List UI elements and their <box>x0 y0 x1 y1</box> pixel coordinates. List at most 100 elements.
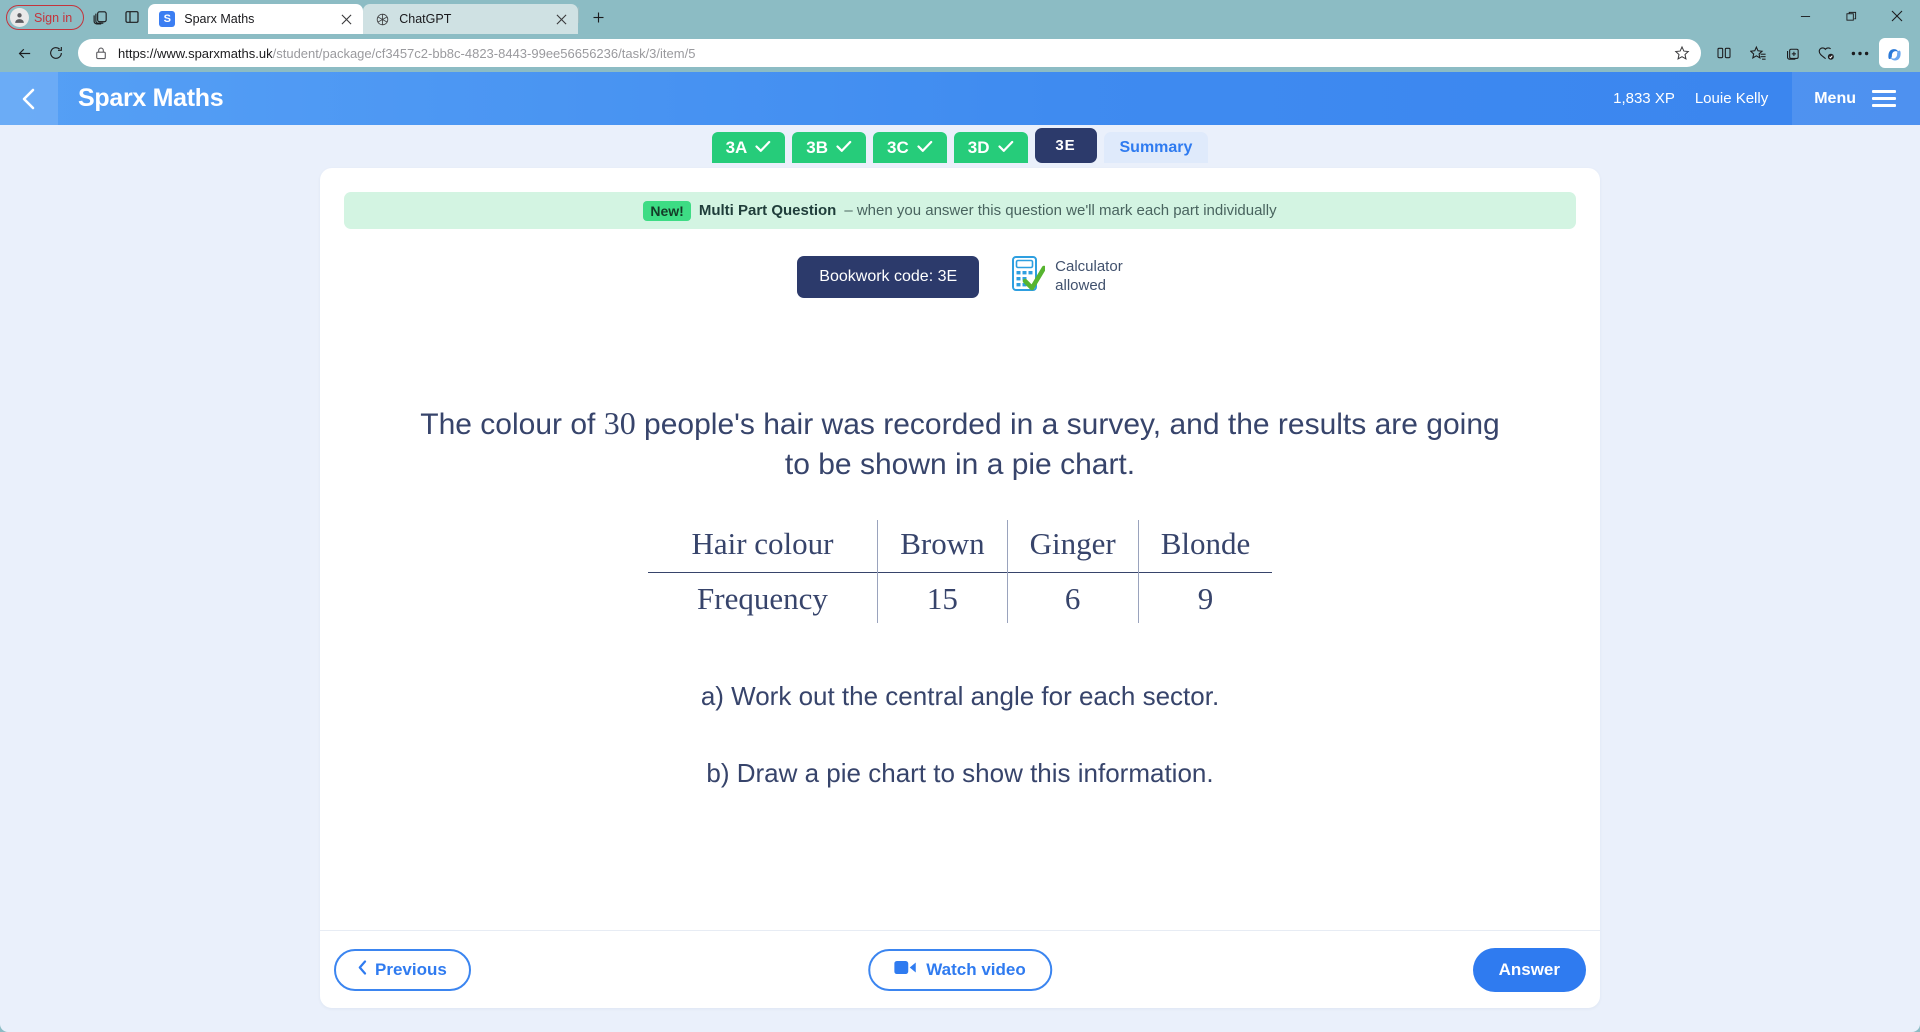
split-screen-icon[interactable] <box>1707 38 1741 68</box>
check-icon <box>997 138 1014 158</box>
question-body: The colour of 30 people's hair was recor… <box>320 298 1600 930</box>
video-camera-icon <box>894 960 916 980</box>
sign-in-button[interactable]: Sign in <box>6 5 85 30</box>
table-header-cell: Blonde <box>1137 520 1273 573</box>
new-tab-icon[interactable] <box>583 3 613 31</box>
banner-description: – when you answer this question we'll ma… <box>844 202 1277 219</box>
add-favorite-icon[interactable] <box>1669 45 1695 61</box>
collections-icon[interactable] <box>1775 38 1809 68</box>
reload-icon[interactable] <box>40 38 72 68</box>
task-tab-label: 3A <box>725 137 748 157</box>
close-icon[interactable] <box>1874 0 1920 32</box>
bookwork-code-badge: Bookwork code: 3E <box>797 255 980 298</box>
browser-tab-strip: Sign in S Sparx Maths ChatGPT <box>0 0 1920 34</box>
check-icon <box>836 138 852 158</box>
task-tab-3d[interactable]: 3D <box>953 132 1028 163</box>
avatar-icon <box>10 8 29 27</box>
app-header: Sparx Maths 1,833 XP Louie Kelly Menu <box>0 72 1920 125</box>
app-back-button[interactable] <box>0 72 58 125</box>
table-header-cell: Ginger <box>1006 520 1139 573</box>
tab-groups-icon[interactable] <box>84 3 116 31</box>
window-controls <box>1782 0 1920 32</box>
calculator-allowed-text: Calculator allowed <box>1055 258 1123 296</box>
page-viewport: Sparx Maths 1,833 XP Louie Kelly Menu 3A… <box>0 72 1920 1032</box>
previous-label: Previous <box>375 959 447 979</box>
address-bar[interactable]: https://www.sparxmaths.uk/student/packag… <box>78 39 1701 67</box>
menu-label: Menu <box>1814 89 1856 107</box>
tab-separator <box>578 7 580 23</box>
calculator-line-1: Calculator <box>1055 257 1123 275</box>
table-row: Frequency 15 6 9 <box>647 572 1273 624</box>
question-line1-pre: The colour of <box>420 408 604 441</box>
table-row-label: Frequency <box>647 572 878 624</box>
favorites-icon[interactable] <box>1741 38 1775 68</box>
calculator-allowed: Calculator allowed <box>1011 255 1123 298</box>
question-line1-post: people's hair was recorded in a survey, … <box>635 408 1367 441</box>
openai-icon <box>374 11 390 27</box>
table-header-label: Hair colour <box>691 526 834 562</box>
url-path: /student/package/cf3457c2-bb8c-4823-8443… <box>272 45 696 61</box>
frequency-table: Hair colour Brown Ginger Blonde Frequenc… <box>647 520 1273 624</box>
browser-window: Sign in S Sparx Maths ChatGPT https://ww… <box>0 0 1920 1032</box>
sidebar-toggle-icon[interactable] <box>116 3 148 31</box>
chevron-left-icon <box>358 959 367 980</box>
new-badge: New! <box>643 200 691 221</box>
question-footer: Previous Watch video Answer <box>320 930 1600 1008</box>
previous-button[interactable]: Previous <box>334 948 471 991</box>
task-tab-3e[interactable]: 3E <box>1034 128 1097 163</box>
browser-tab-title: ChatGPT <box>399 12 452 26</box>
banner-title: Multi Part Question <box>698 202 837 219</box>
copilot-icon[interactable] <box>1879 38 1909 68</box>
answer-label: Answer <box>1498 959 1560 979</box>
browser-tab-title: Sparx Maths <box>184 12 255 26</box>
lock-icon <box>90 46 112 60</box>
task-tab-label: 3D <box>967 137 990 157</box>
back-icon[interactable] <box>8 38 40 68</box>
calculator-line-2: allowed <box>1055 276 1107 294</box>
task-tab-3b[interactable]: 3B <box>792 132 867 163</box>
address-bar-url: https://www.sparxmaths.uk/student/packag… <box>112 46 1669 61</box>
answer-button[interactable]: Answer <box>1472 947 1586 992</box>
multi-part-banner: New! Multi Part Question – when you answ… <box>344 192 1576 229</box>
minimize-icon[interactable] <box>1782 0 1828 32</box>
task-tab-label: Summary <box>1119 138 1193 156</box>
question-part-a: a) Work out the central angle for each s… <box>700 681 1220 712</box>
bookwork-row: Bookwork code: 3E Calculator allowed <box>320 255 1600 298</box>
task-tab-label: 3E <box>1055 137 1076 154</box>
browser-navigation-bar: https://www.sparxmaths.uk/student/packag… <box>0 34 1920 72</box>
task-tab-3a[interactable]: 3A <box>711 132 786 163</box>
calculator-icon <box>1011 255 1047 298</box>
url-domain: https://www.sparxmaths.uk <box>118 45 273 61</box>
sparx-s-icon: S <box>159 11 176 27</box>
check-icon <box>917 138 933 158</box>
question-card: New! Multi Part Question – when you answ… <box>320 168 1600 1008</box>
task-tabs: 3A 3B 3C 3D 3E Summary <box>0 125 1920 163</box>
xp-counter: 1,833 XP <box>1613 90 1675 107</box>
browser-tab-sparx-maths[interactable]: S Sparx Maths <box>148 4 364 34</box>
close-icon[interactable] <box>335 8 357 30</box>
table-header-cell: Brown <box>877 520 1008 573</box>
menu-button[interactable]: Menu <box>1792 72 1920 125</box>
question-count-value: 30 <box>603 405 636 441</box>
table-cell-value: 15 <box>877 572 1008 624</box>
table-row: Hair colour Brown Ginger Blonde <box>648 520 1273 573</box>
more-options-icon[interactable] <box>1843 38 1877 68</box>
restore-icon[interactable] <box>1828 0 1874 32</box>
sign-in-label: Sign in <box>34 10 73 25</box>
table-cell-value: 6 <box>1006 572 1139 624</box>
check-icon <box>755 138 771 158</box>
browser-essentials-icon[interactable] <box>1809 38 1843 68</box>
watch-video-label: Watch video <box>926 959 1026 979</box>
task-tab-3c[interactable]: 3C <box>873 132 947 163</box>
page-title: Sparx Maths <box>78 84 224 112</box>
task-tab-label: 3B <box>806 137 829 157</box>
task-tab-summary[interactable]: Summary <box>1103 132 1209 163</box>
task-tab-label: 3C <box>887 137 909 157</box>
close-icon[interactable] <box>550 8 572 30</box>
question-part-b: b) Draw a pie chart to show this informa… <box>706 758 1214 789</box>
browser-tab-chatgpt[interactable]: ChatGPT <box>363 4 579 34</box>
hamburger-icon <box>1872 90 1896 107</box>
app-header-right: 1,833 XP Louie Kelly Menu <box>1613 72 1920 125</box>
question-statement: The colour of 30 people's hair was recor… <box>410 402 1510 484</box>
watch-video-button[interactable]: Watch video <box>868 948 1052 991</box>
